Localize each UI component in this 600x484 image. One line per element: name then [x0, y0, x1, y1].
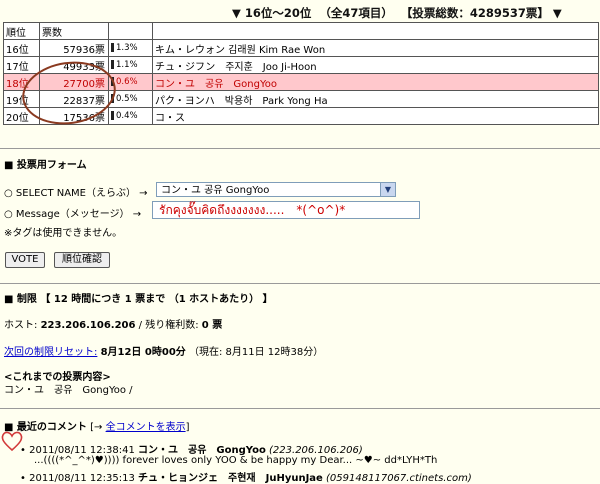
host-label: ホスト: [4, 320, 38, 331]
current-time: （現在: 8月11日 12時38分） [188, 347, 324, 358]
comment-item: • 2011/08/11 12:38:41 コン・ユ 공유 GongYoo (2… [20, 441, 363, 456]
rank-cell: 18位 [3, 73, 40, 91]
table-row: 17位 49933票 1.1% チュ・ジフン 주지훈 Joo Ji-Hoon [3, 56, 599, 74]
host-value: 223.206.106.206 [40, 320, 136, 331]
select-name-label: ○ SELECT NAME（えらぶ） → [4, 188, 148, 199]
divider [0, 148, 600, 149]
votes-cell: 27700票 [39, 73, 109, 91]
comment-text: ...((((*^_^*)♥)))) forever loves only YO… [34, 455, 438, 466]
item-count: （全47項目） [319, 6, 393, 20]
percent-cell: 1.1% [108, 56, 153, 74]
bar-mark [111, 111, 114, 120]
votes-cell: 22837票 [39, 90, 109, 108]
table-row: 19位 22837票 0.5% パク・ヨンハ 박용하 Park Yong Ha [3, 90, 599, 108]
divider [0, 408, 600, 409]
show-all-comments-link[interactable]: 全コメントを表示 [106, 422, 186, 433]
reset-line: 次回の制限リセット: 8月12日 0時00分 （現在: 8月11日 12時38分… [4, 343, 323, 358]
percent-cell: 1.3% [108, 39, 153, 57]
bullet-icon: • [20, 445, 26, 456]
table-row-highlighted: 18位 27700票 0.6% コン・ユ 공유 GongYoo [3, 73, 599, 91]
host-line: ホスト: 223.206.106.206 / 残り権利数: 0 票 [4, 316, 222, 331]
remaining-value: 0 票 [201, 320, 223, 331]
name-select[interactable]: コン・ユ 공유 GongYoo ▼ [156, 182, 396, 197]
percent-cell: 0.5% [108, 90, 153, 108]
message-label: ○ Message（メッセージ） → [4, 209, 142, 220]
votes-cell: 49933票 [39, 56, 109, 74]
ranking-range-header: ▼ 16位～20位 （全47項目） 【投票総数：4289537票】 ▼ [232, 5, 598, 21]
col-rank-header: 順位 [3, 22, 40, 40]
name-cell: コ・ス [152, 107, 599, 125]
message-input[interactable]: รักคุงจั๊บคิดถึงงงงงงง..... *(^o^)* [152, 201, 420, 219]
name-cell: コン・ユ 공유 GongYoo [152, 73, 599, 91]
comments-header: ■ 最近のコメント [→ 全コメントを表示] [4, 422, 190, 433]
tag-note: ※タグは使用できません。 [4, 228, 123, 239]
vote-button[interactable]: VOTE [5, 252, 45, 268]
name-cell: パク・ヨンハ 박용하 Park Yong Ha [152, 90, 599, 108]
ranking-table: 順位 票数 16位 57936票 1.3% キム・レウォン 김래원 Kim Ra… [3, 22, 599, 125]
bar-mark [111, 77, 114, 86]
rank-cell: 16位 [3, 39, 40, 57]
col-name-header [152, 22, 599, 40]
name-cell: チュ・ジフン 주지훈 Joo Ji-Hoon [152, 56, 599, 74]
percent-cell: 0.6% [108, 73, 153, 91]
bar-mark [111, 43, 114, 52]
name-cell: キム・レウォン 김래원 Kim Rae Won [152, 39, 599, 57]
comment-item: • 2011/08/11 12:35:13 チュ・ヒョンジェ 주현재 JuHyu… [20, 469, 472, 484]
reset-value: 8月12日 0時00分 [100, 347, 186, 358]
bar-mark [111, 94, 114, 103]
percent-cell: 0.4% [108, 107, 153, 125]
history-value: コン・ユ 공유 GongYoo / [4, 385, 133, 396]
total-votes[interactable]: 【投票総数：4289537票】 ▼ [401, 6, 562, 20]
divider [0, 283, 600, 284]
table-row: 20位 17536票 0.4% コ・ス [3, 107, 599, 125]
col-bar-header [108, 22, 153, 40]
votes-cell: 57936票 [39, 39, 109, 57]
votes-cell: 17536票 [39, 107, 109, 125]
limit-title: ■ 制限 【 12 時間につき 1 票まで （1 ホストあたり） 】 [4, 294, 273, 305]
rank-cell: 17位 [3, 56, 40, 74]
select-value: コン・ユ 공유 GongYoo [161, 185, 270, 196]
check-rank-button[interactable]: 順位確認 [54, 252, 110, 268]
rank-cell: 20位 [3, 107, 40, 125]
remaining-label: / 残り権利数: [138, 320, 199, 331]
table-row: 16位 57936票 1.3% キム・レウォン 김래원 Kim Rae Won [3, 39, 599, 57]
rank-cell: 19位 [3, 90, 40, 108]
reset-label[interactable]: 次回の制限リセット: [4, 347, 97, 358]
table-header-row: 順位 票数 [3, 22, 599, 40]
vote-form-title: ■ 投票用フォーム [4, 160, 87, 171]
col-votes-header: 票数 [39, 22, 109, 40]
bar-mark [111, 60, 114, 69]
range-label[interactable]: ▼ 16位～20位 [232, 6, 311, 20]
comments-title: ■ 最近のコメント [4, 422, 87, 433]
chevron-down-icon[interactable]: ▼ [380, 183, 395, 196]
